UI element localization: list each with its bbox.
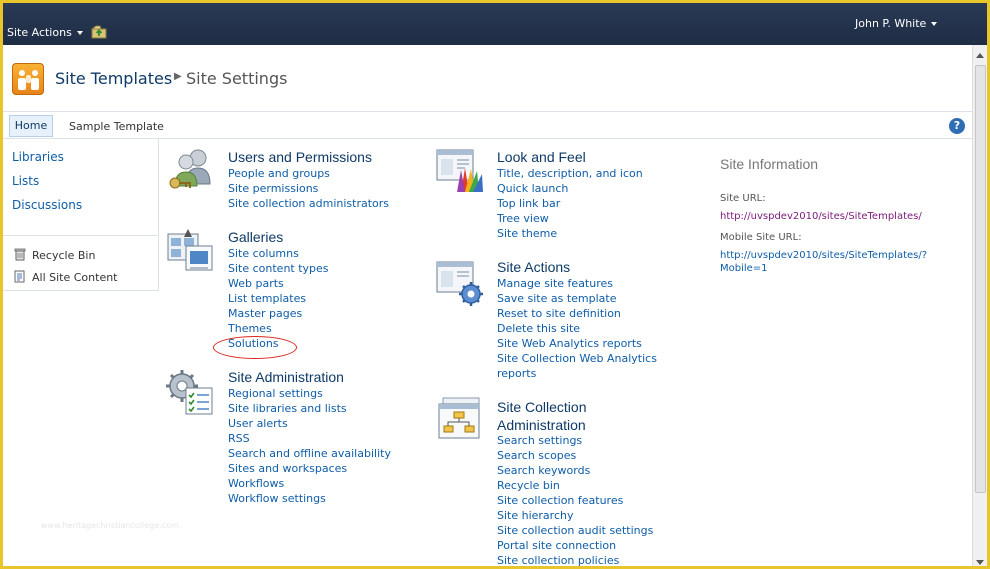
link-regional-settings[interactable]: Regional settings xyxy=(228,386,391,401)
galleries-icon xyxy=(167,229,213,271)
scroll-down-arrow-icon[interactable] xyxy=(976,560,984,565)
site-administration-links: Regional settings Site libraries and lis… xyxy=(228,386,391,506)
top-link-bar: Home Sample Template ? xyxy=(3,111,972,139)
section-title-site-actions: Site Actions xyxy=(497,259,571,275)
section-title-site-collection-administration: Site Collection Administration xyxy=(497,398,587,434)
breadcrumb-arrow-icon: ▶ xyxy=(174,71,182,82)
link-site-web-analytics-reports[interactable]: Site Web Analytics reports xyxy=(497,336,657,351)
link-manage-site-features[interactable]: Manage site features xyxy=(497,276,657,291)
site-administration-icon xyxy=(166,370,213,415)
all-site-content-icon xyxy=(14,270,25,283)
solutions-highlight-circle xyxy=(213,336,297,359)
scroll-thumb[interactable] xyxy=(975,65,986,493)
section-title-line-1: Site Collection xyxy=(497,399,587,415)
link-site-content-types[interactable]: Site content types xyxy=(228,261,329,276)
tab-home[interactable]: Home xyxy=(9,115,53,137)
scroll-up-arrow-icon[interactable] xyxy=(976,53,984,58)
link-site-collection-web-analytics[interactable]: Site Collection Web Analytics xyxy=(497,351,657,366)
look-and-feel-links: Title, description, and icon Quick launc… xyxy=(497,166,643,241)
link-quick-launch[interactable]: Quick launch xyxy=(497,181,643,196)
section-title-line-2: Administration xyxy=(497,417,586,433)
link-portal-site-connection[interactable]: Portal site connection xyxy=(497,538,653,553)
link-site-columns[interactable]: Site columns xyxy=(228,246,329,261)
link-workflows[interactable]: Workflows xyxy=(228,476,391,491)
site-actions-label: Site Actions xyxy=(7,26,72,39)
link-site-collection-web-analytics-reports[interactable]: reports xyxy=(497,366,657,381)
section-title-users-permissions: Users and Permissions xyxy=(228,149,372,165)
link-list-templates[interactable]: List templates xyxy=(228,291,329,306)
link-site-collection-policies[interactable]: Site collection policies xyxy=(497,553,653,566)
section-title-site-administration: Site Administration xyxy=(228,369,344,385)
user-name: John P. White xyxy=(855,17,927,30)
link-site-libraries-and-lists[interactable]: Site libraries and lists xyxy=(228,401,391,416)
link-site-hierarchy[interactable]: Site hierarchy xyxy=(497,508,653,523)
tab-sample-template[interactable]: Sample Template xyxy=(69,120,164,133)
link-rss[interactable]: RSS xyxy=(228,431,391,446)
site-title-link[interactable]: Site Templates xyxy=(55,69,172,88)
page-title: Site Settings xyxy=(186,69,288,88)
link-top-link-bar[interactable]: Top link bar xyxy=(497,196,643,211)
browser-frame: Site Actions John P. White Site Template… xyxy=(0,0,990,569)
section-title-galleries: Galleries xyxy=(228,229,284,245)
section-title-look-and-feel: Look and Feel xyxy=(497,149,586,165)
site-collection-icon xyxy=(438,397,480,439)
site-collection-links: Search settings Search scopes Search key… xyxy=(497,433,653,566)
quick-launch-divider xyxy=(3,235,159,236)
mobile-site-url-label: Mobile Site URL: xyxy=(720,232,802,243)
link-site-collection-audit-settings[interactable]: Site collection audit settings xyxy=(497,523,653,538)
help-icon[interactable]: ? xyxy=(949,118,965,134)
vertical-scrollbar[interactable] xyxy=(972,45,987,566)
site-actions-links: Manage site features Save site as templa… xyxy=(497,276,657,381)
quick-launch-lists[interactable]: Lists xyxy=(12,174,39,188)
quick-launch-libraries[interactable]: Libraries xyxy=(12,150,64,164)
link-title-description-icon[interactable]: Title, description, and icon xyxy=(497,166,643,181)
recycle-bin-link[interactable]: Recycle Bin xyxy=(32,249,95,262)
site-url-label: Site URL: xyxy=(720,193,766,204)
link-site-theme[interactable]: Site theme xyxy=(497,226,643,241)
mobile-site-url-link[interactable]: http://uvspdev2010/sites/SiteTemplates/?… xyxy=(720,249,935,275)
users-permissions-icon xyxy=(169,149,211,189)
link-reset-to-site-definition[interactable]: Reset to site definition xyxy=(497,306,657,321)
all-site-content-link[interactable]: All Site Content xyxy=(32,271,118,284)
link-search-scopes[interactable]: Search scopes xyxy=(497,448,653,463)
link-recycle-bin[interactable]: Recycle bin xyxy=(497,478,653,493)
galleries-links: Site columns Site content types Web part… xyxy=(228,246,329,351)
title-area: Site Templates ▶ Site Settings xyxy=(3,45,972,111)
link-search-keywords[interactable]: Search keywords xyxy=(497,463,653,478)
site-url-link[interactable]: http://uvspdev2010/sites/SiteTemplates/ xyxy=(720,210,935,223)
chevron-down-icon xyxy=(76,31,83,35)
link-sites-and-workspaces[interactable]: Sites and workspaces xyxy=(228,461,391,476)
link-people-and-groups[interactable]: People and groups xyxy=(228,166,389,181)
link-themes[interactable]: Themes xyxy=(228,321,329,336)
look-and-feel-icon xyxy=(436,149,483,192)
chevron-down-icon xyxy=(931,22,938,26)
site-information-title: Site Information xyxy=(720,156,819,172)
link-site-collection-features[interactable]: Site collection features xyxy=(497,493,653,508)
quick-launch: Libraries Lists Discussions Recycle Bin … xyxy=(3,139,159,291)
quick-launch-discussions[interactable]: Discussions xyxy=(12,198,82,212)
link-web-parts[interactable]: Web parts xyxy=(228,276,329,291)
link-save-site-as-template[interactable]: Save site as template xyxy=(497,291,657,306)
users-permissions-links: People and groups Site permissions Site … xyxy=(228,166,389,211)
link-user-alerts[interactable]: User alerts xyxy=(228,416,391,431)
link-delete-this-site[interactable]: Delete this site xyxy=(497,321,657,336)
ribbon-bar: Site Actions John P. White xyxy=(3,3,987,45)
user-menu[interactable]: John P. White xyxy=(855,17,938,30)
link-site-permissions[interactable]: Site permissions xyxy=(228,181,389,196)
link-tree-view[interactable]: Tree view xyxy=(497,211,643,226)
site-actions-menu[interactable]: Site Actions xyxy=(7,26,83,39)
recycle-bin-icon xyxy=(14,248,26,261)
navigate-up-icon[interactable] xyxy=(91,25,107,39)
site-logo-icon[interactable] xyxy=(12,63,44,95)
link-workflow-settings[interactable]: Workflow settings xyxy=(228,491,391,506)
link-site-collection-administrators[interactable]: Site collection administrators xyxy=(228,196,389,211)
link-search-offline-availability[interactable]: Search and offline availability xyxy=(228,446,391,461)
site-actions-icon xyxy=(436,261,483,306)
link-search-settings[interactable]: Search settings xyxy=(497,433,653,448)
link-master-pages[interactable]: Master pages xyxy=(228,306,329,321)
watermark-text: www.heritagechristiancollege.com xyxy=(41,521,179,530)
